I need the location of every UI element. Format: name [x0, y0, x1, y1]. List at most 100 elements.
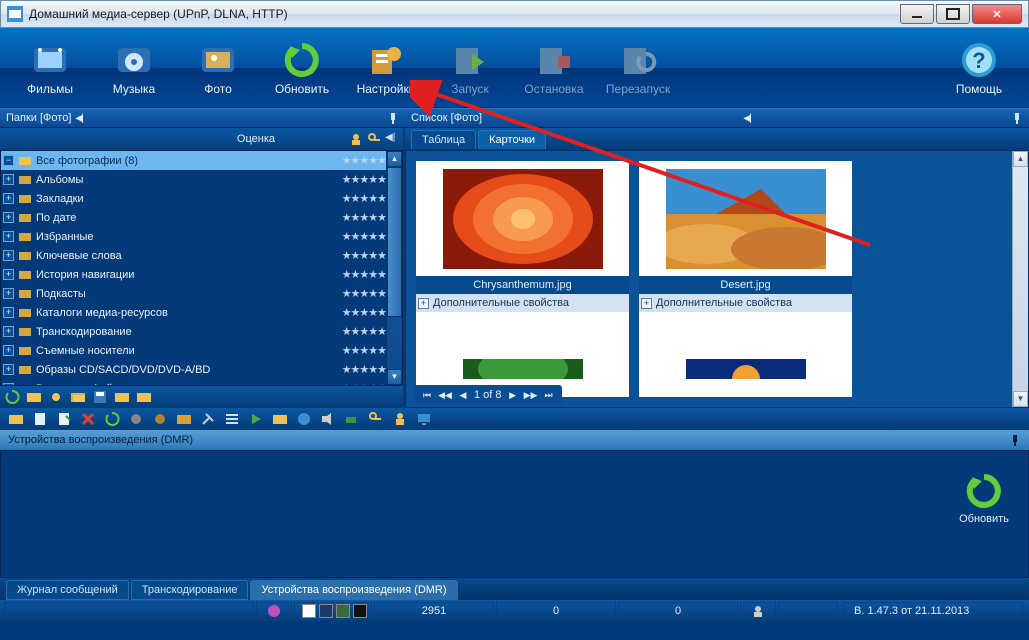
tab-table[interactable]: Таблица — [411, 130, 476, 149]
dmr-refresh-button[interactable]: Обновить — [952, 471, 1016, 525]
key2-icon[interactable] — [368, 411, 384, 427]
folder5-icon[interactable] — [272, 411, 288, 427]
start-button[interactable]: Запуск — [428, 33, 512, 103]
rating-stars[interactable]: ★★★★★ — [342, 306, 386, 319]
tree-row[interactable]: +Каталоги медиа-ресурсов★★★★★ — [1, 303, 402, 322]
close-button[interactable] — [972, 4, 1022, 24]
tree-row[interactable]: +Съемные носители★★★★★ — [1, 341, 402, 360]
prev-button[interactable]: ◀ — [456, 388, 470, 402]
tree-row[interactable]: +Альбомы★★★★★ — [1, 170, 402, 189]
collapse-left-icon[interactable]: ◀| — [75, 113, 81, 124]
photo-button[interactable]: Фото — [176, 33, 260, 103]
tools-icon[interactable] — [200, 411, 216, 427]
list-icon[interactable] — [224, 411, 240, 427]
expand-icon[interactable]: + — [3, 269, 14, 280]
person-icon[interactable] — [349, 132, 363, 146]
expand-icon[interactable]: + — [418, 298, 429, 309]
expand-icon[interactable]: + — [641, 298, 652, 309]
folder-open-icon[interactable] — [70, 389, 86, 405]
next-button[interactable]: ▶ — [506, 388, 520, 402]
photo-card-partial[interactable] — [639, 359, 852, 379]
status-color-icon[interactable] — [256, 602, 292, 620]
person2-icon[interactable] — [392, 411, 408, 427]
stop-button[interactable]: Остановка — [512, 33, 596, 103]
play-icon[interactable] — [248, 411, 264, 427]
folder-tree[interactable]: −Все фотографии (8)★★★★★+Альбомы★★★★★+За… — [0, 150, 403, 386]
key-icon[interactable] — [367, 132, 381, 146]
document-icon[interactable] — [32, 411, 48, 427]
globe-icon[interactable] — [296, 411, 312, 427]
sun-icon[interactable] — [48, 389, 64, 405]
help-button[interactable]: ? Помощь — [937, 33, 1021, 103]
tree-row[interactable]: +По дате★★★★★ — [1, 208, 402, 227]
folder3-icon[interactable] — [136, 389, 152, 405]
tree-row[interactable]: +Ключевые слова★★★★★ — [1, 246, 402, 265]
tree-row[interactable]: +Транскодирование★★★★★ — [1, 322, 402, 341]
expand-icon[interactable]: + — [3, 174, 14, 185]
pin-icon[interactable] — [1011, 112, 1023, 124]
prev-page-button[interactable]: ◀◀ — [438, 388, 452, 402]
scroll-down-button[interactable]: ▼ — [387, 369, 402, 385]
monitor-icon[interactable] — [416, 411, 432, 427]
pin-icon[interactable] — [387, 112, 399, 124]
rating-stars[interactable]: ★★★★★ — [342, 154, 386, 167]
tree-row[interactable]: +Входящие файлы★★★★★ — [1, 379, 402, 386]
expand-icon[interactable]: + — [3, 307, 14, 318]
maximize-button[interactable] — [936, 4, 970, 24]
gear2-icon[interactable] — [152, 411, 168, 427]
tree-row[interactable]: +Образы CD/SACD/DVD/DVD-A/BD★★★★★ — [1, 360, 402, 379]
expand-icon[interactable]: + — [3, 345, 14, 356]
folder4-icon[interactable] — [176, 411, 192, 427]
rating-stars[interactable]: ★★★★★ — [342, 268, 386, 281]
save-icon[interactable] — [92, 389, 108, 405]
refresh-small-icon[interactable] — [4, 389, 20, 405]
tab-transcode[interactable]: Транскодирование — [131, 580, 249, 600]
expand-icon[interactable]: + — [3, 231, 14, 242]
expand-icon[interactable]: + — [3, 193, 14, 204]
scroll-up-button[interactable]: ▲ — [1013, 151, 1028, 167]
rating-stars[interactable]: ★★★★★ — [342, 382, 386, 386]
pin-icon[interactable] — [1009, 434, 1021, 446]
cards-scrollbar[interactable]: ▲ ▼ — [1012, 151, 1028, 407]
tree-row[interactable]: +Закладки★★★★★ — [1, 189, 402, 208]
folder-open-icon[interactable] — [8, 411, 24, 427]
tag-icon[interactable] — [344, 411, 360, 427]
tree-row[interactable]: +Избранные★★★★★ — [1, 227, 402, 246]
rating-stars[interactable]: ★★★★★ — [342, 230, 386, 243]
rating-stars[interactable]: ★★★★★ — [342, 211, 386, 224]
sound-icon[interactable] — [320, 411, 336, 427]
minimize-button[interactable] — [900, 4, 934, 24]
thumbnail[interactable] — [639, 161, 852, 276]
folder2-icon[interactable] — [114, 389, 130, 405]
next-page-button[interactable]: ▶▶ — [524, 388, 538, 402]
tree-row[interactable]: −Все фотографии (8)★★★★★ — [1, 151, 402, 170]
delete-icon[interactable] — [80, 411, 96, 427]
collapse-right-icon[interactable]: ◀| — [743, 113, 749, 124]
folder-icon[interactable] — [26, 389, 42, 405]
gear-icon[interactable] — [128, 411, 144, 427]
tree-row[interactable]: +Подкасты★★★★★ — [1, 284, 402, 303]
card-props[interactable]: +Дополнительные свойства — [639, 294, 852, 312]
scroll-thumb[interactable] — [387, 167, 402, 317]
tree-scrollbar[interactable]: ▲ ▼ — [386, 151, 402, 385]
music-button[interactable]: Музыка — [92, 33, 176, 103]
rating-stars[interactable]: ★★★★★ — [342, 363, 386, 376]
refresh-small-icon[interactable] — [104, 411, 120, 427]
rating-stars[interactable]: ★★★★★ — [342, 192, 386, 205]
tab-dmr[interactable]: Устройства воспроизведения (DMR) — [250, 580, 457, 600]
expand-icon[interactable]: + — [3, 326, 14, 337]
expand-icon[interactable]: + — [3, 212, 14, 223]
tree-row[interactable]: +История навигации★★★★★ — [1, 265, 402, 284]
tab-cards[interactable]: Карточки — [478, 130, 546, 149]
rating-stars[interactable]: ★★★★★ — [342, 344, 386, 357]
rating-stars[interactable]: ★★★★★ — [342, 287, 386, 300]
rating-stars[interactable]: ★★★★★ — [342, 173, 386, 186]
first-page-button[interactable]: ⏮ — [420, 388, 434, 402]
settings-button[interactable]: Настройки — [344, 33, 428, 103]
rating-stars[interactable]: ★★★★★ — [342, 325, 386, 338]
scroll-down-button[interactable]: ▼ — [1013, 391, 1028, 407]
status-swatches[interactable] — [294, 602, 372, 620]
scroll-up-button[interactable]: ▲ — [387, 151, 402, 167]
arrow-left-icon[interactable]: ◀| — [385, 132, 399, 146]
card-props[interactable]: +Дополнительные свойства — [416, 294, 629, 312]
